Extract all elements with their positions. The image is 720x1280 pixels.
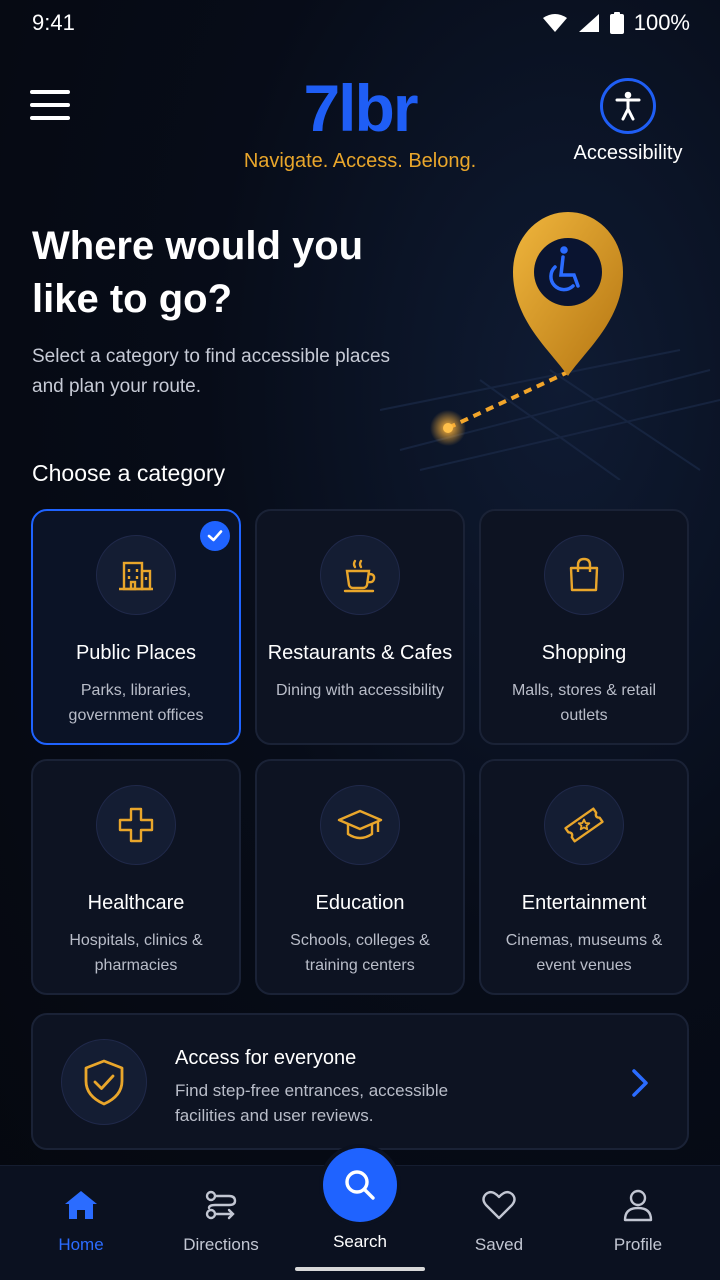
nav-saved[interactable]: Saved: [439, 1188, 559, 1255]
category-title: Education: [315, 892, 405, 914]
category-card-entertainment[interactable]: Entertainment Cinemas, museums & event v…: [479, 759, 689, 995]
coffee-cup-icon: [320, 535, 400, 615]
accessibility-icon: [600, 78, 656, 134]
chevron-right-icon: [632, 1069, 648, 1097]
app-screen: 9:41 100% 7lbr Navigate. Access. Belong.…: [0, 0, 720, 1280]
category-title: Entertainment: [521, 892, 647, 914]
shopping-bag-icon: [544, 535, 624, 615]
search-icon: [345, 1170, 375, 1200]
category-card-healthcare[interactable]: Healthcare Hospitals, clinics & pharmaci…: [31, 759, 241, 995]
category-title: Healthcare: [87, 892, 185, 914]
category-card-shopping[interactable]: Shopping Malls, stores & retail outlets: [479, 509, 689, 745]
profile-icon: [623, 1189, 653, 1222]
page-title: Where would you like to go?: [32, 224, 364, 321]
category-title: Restaurants & Cafes: [267, 642, 453, 664]
nav-label: Saved: [474, 1235, 524, 1254]
nav-directions[interactable]: Directions: [161, 1188, 281, 1255]
status-bar: 9:41 100%: [0, 0, 720, 48]
category-card-restaurants[interactable]: Restaurants & Cafes Dining with accessib…: [255, 509, 465, 745]
location-pin-illustration: [380, 212, 720, 480]
nav-label: Directions: [183, 1235, 259, 1254]
heart-icon: [482, 1190, 516, 1220]
menu-button[interactable]: [30, 90, 70, 124]
shield-check-icon: [61, 1039, 147, 1125]
nav-profile[interactable]: Profile: [578, 1188, 698, 1255]
medical-cross-icon: [96, 785, 176, 865]
category-description: Hospitals, clinics & pharmacies: [69, 932, 203, 974]
check-icon: [200, 521, 230, 551]
banner-description: Find step-free entrances, accessible fac…: [175, 1081, 449, 1125]
battery-icon: [609, 12, 624, 34]
accessibility-button[interactable]: Accessibility: [566, 78, 690, 165]
route-icon: [205, 1190, 237, 1220]
access-banner[interactable]: Access for everyone Find step-free entra…: [31, 1013, 689, 1150]
page-subtitle: Select a category to find accessible pla…: [32, 346, 391, 397]
nav-home[interactable]: Home: [21, 1188, 141, 1255]
category-description: Schools, colleges & training centers: [290, 932, 430, 974]
nav-label-search: Search: [333, 1232, 387, 1251]
nav-label: Home: [58, 1235, 104, 1254]
status-time: 9:41: [32, 10, 75, 35]
banner-title: Access for everyone: [175, 1047, 357, 1069]
category-card-public-places[interactable]: Public Places Parks, libraries, governme…: [31, 509, 241, 745]
hamburger-icon: [30, 90, 70, 94]
nav-label: Profile: [613, 1235, 663, 1254]
accessibility-label: Accessibility: [573, 142, 683, 164]
building-icon: [96, 535, 176, 615]
category-description: Malls, stores & retail outlets: [511, 682, 657, 724]
search-button[interactable]: [323, 1148, 397, 1222]
battery-percent: 100%: [633, 10, 690, 35]
category-card-education[interactable]: Education Schools, colleges & training c…: [255, 759, 465, 995]
home-icon: [65, 1191, 97, 1219]
home-indicator: [295, 1267, 425, 1271]
category-grid: Public Places Parks, libraries, governme…: [31, 509, 689, 995]
category-title: Public Places: [75, 642, 197, 664]
category-description: Cinemas, museums & event venues: [505, 932, 663, 974]
status-indicators: 100%: [542, 10, 690, 36]
ticket-icon: [544, 785, 624, 865]
graduation-cap-icon: [320, 785, 400, 865]
signal-icon: [578, 14, 599, 32]
category-description: Dining with accessibility: [275, 682, 445, 699]
wifi-icon: [542, 14, 567, 32]
category-title: Shopping: [541, 642, 627, 664]
category-description: Parks, libraries, government offices: [68, 682, 204, 724]
section-title: Choose a category: [32, 460, 226, 486]
